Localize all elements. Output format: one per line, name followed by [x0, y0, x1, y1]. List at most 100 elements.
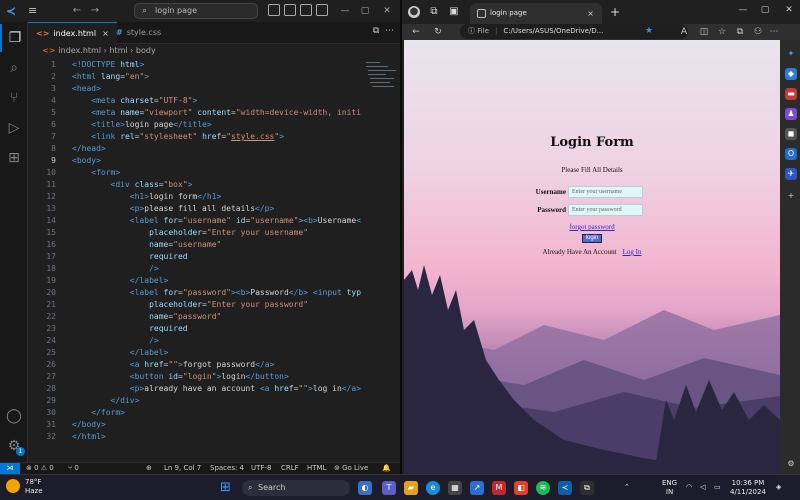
copilot-taskbar-icon[interactable]: ◐ — [358, 481, 372, 495]
address-bar[interactable]: ⓘ File | C:/Users/ASUS/OneDrive/D... — [460, 24, 688, 39]
shopping-icon[interactable]: ◆ — [785, 68, 797, 80]
toggle-sidebar-icon[interactable] — [268, 4, 280, 16]
run-debug-icon[interactable]: ▷ — [0, 114, 28, 142]
notifications-icon[interactable]: 🔔 — [382, 463, 391, 474]
code-line[interactable]: 1 <!DOCTYPE html> — [28, 59, 400, 71]
settings-gear-icon[interactable]: ⚙ 1 — [0, 432, 28, 460]
code-line[interactable]: 24 /> — [28, 335, 400, 347]
more-menu-icon[interactable]: ⋯ — [768, 26, 780, 38]
code-line[interactable]: 3 <head> — [28, 83, 400, 95]
code-line[interactable]: 7 <link rel="stylesheet" href="style.css… — [28, 131, 400, 143]
minimize-icon[interactable]: — — [736, 5, 750, 15]
sidebar-settings-icon[interactable]: ⚙ — [785, 458, 797, 470]
command-center-search[interactable]: ⌕ login page — [134, 3, 258, 19]
language-mode[interactable]: HTML — [307, 463, 326, 474]
another-app-icon[interactable]: ⧉ — [580, 481, 594, 495]
maximize-icon[interactable]: ▢ — [358, 4, 372, 18]
breadcrumb-html[interactable]: html — [109, 46, 127, 55]
close-window-icon[interactable]: ✕ — [782, 5, 796, 15]
code-line[interactable]: 27 <button id="login">login</button> — [28, 371, 400, 383]
breadcrumb-body[interactable]: body — [136, 46, 156, 55]
file-explorer-icon[interactable]: ▰ — [404, 481, 418, 495]
minimap[interactable] — [362, 58, 398, 118]
code-line[interactable]: 29 </div> — [28, 395, 400, 407]
code-line[interactable]: 31 </body> — [28, 419, 400, 431]
office-icon[interactable]: ◧ — [514, 481, 528, 495]
forgot-password-link[interactable]: forgot password — [404, 223, 780, 231]
new-tab-button[interactable]: + — [610, 5, 620, 19]
tab-style-css[interactable]: # style.css — [108, 22, 169, 44]
vscode-taskbar-icon[interactable]: ≺ — [558, 481, 572, 495]
code-line[interactable]: 21 placeholder="Enter your password" — [28, 299, 400, 311]
favorite-star-icon[interactable]: ★ — [645, 24, 653, 39]
code-line[interactable]: 16 name="username" — [28, 239, 400, 251]
add-sidebar-app-icon[interactable]: + — [785, 190, 797, 202]
code-line[interactable]: 9 <body> — [28, 155, 400, 167]
split-editor-icon[interactable]: ⧉ ⋯ — [373, 26, 394, 36]
volume-icon[interactable]: ◁ — [700, 483, 705, 492]
problems-count[interactable]: ⊗ 0 ⚠ 0 — [26, 463, 54, 474]
app-icon[interactable]: ↗ — [470, 481, 484, 495]
code-line[interactable]: 28 <p>already have an account <a href=""… — [28, 383, 400, 395]
workspaces-icon[interactable]: ⧉ — [428, 6, 440, 18]
encoding[interactable]: UTF-8 — [251, 463, 271, 474]
tray-overflow-icon[interactable]: ⌃ — [624, 483, 630, 492]
language-indicator[interactable]: ENG IN — [662, 479, 677, 497]
outlook-icon[interactable]: O — [785, 148, 797, 160]
customize-layout-icon[interactable] — [316, 4, 328, 16]
tools-icon[interactable]: ▬ — [785, 88, 797, 100]
favorites-icon[interactable]: ☆ — [716, 26, 728, 38]
code-line[interactable]: 8 </head> — [28, 143, 400, 155]
explorer-icon[interactable]: ❐ — [0, 24, 28, 52]
windows-start-icon[interactable]: ⊞ — [220, 481, 234, 495]
code-line[interactable]: 10 <form> — [28, 167, 400, 179]
code-line[interactable]: 6 <title>login page</title> — [28, 119, 400, 131]
toggle-secondary-sidebar-icon[interactable] — [300, 4, 312, 16]
extensions-icon[interactable]: ⊞ — [0, 144, 28, 172]
clock[interactable]: 10:36 PM 4/11/2024 — [730, 479, 766, 497]
refresh-icon[interactable]: ↻ — [432, 26, 444, 38]
edge-icon[interactable]: e — [426, 481, 440, 495]
indentation[interactable]: Spaces: 4 — [210, 463, 244, 474]
code-line[interactable]: 26 <a href="">forgot password</a> — [28, 359, 400, 371]
log-in-link[interactable]: Log In — [623, 248, 642, 256]
teams-icon[interactable]: T — [382, 481, 396, 495]
code-line[interactable]: 12 <h1>login form</h1> — [28, 191, 400, 203]
microsoft-365-icon[interactable]: ◼ — [785, 128, 797, 140]
menu-icon[interactable]: ≡ — [28, 4, 42, 18]
go-live[interactable]: ⊚ Go Live — [334, 463, 368, 474]
forward-arrow-icon[interactable]: → — [88, 4, 102, 18]
store-icon[interactable]: ▦ — [448, 481, 462, 495]
code-editor[interactable]: 1 <!DOCTYPE html> 2 <html lang="en"> 3 <head>… — [28, 58, 400, 460]
collections-icon[interactable]: ⧉ — [734, 26, 746, 38]
code-line[interactable]: 23 required — [28, 323, 400, 335]
spotify-icon[interactable]: ≋ — [536, 481, 550, 495]
toggle-panel-icon[interactable] — [284, 4, 296, 16]
code-line[interactable]: 32 </html> — [28, 431, 400, 443]
copilot-icon[interactable]: ✦ — [785, 48, 797, 60]
close-tab-icon[interactable]: × — [587, 3, 594, 24]
ports-count[interactable]: ⑂ 0 — [68, 463, 79, 474]
games-icon[interactable]: ♟ — [785, 108, 797, 120]
cursor-position[interactable]: Ln 9, Col 7 — [164, 463, 201, 474]
search-view-icon[interactable]: ⌕ — [0, 54, 28, 82]
code-line[interactable]: 18 /> — [28, 263, 400, 275]
code-line[interactable]: 17 required — [28, 251, 400, 263]
code-line[interactable]: 19 </label> — [28, 275, 400, 287]
code-line[interactable]: 30 </form> — [28, 407, 400, 419]
notification-center-icon[interactable]: ◈ — [776, 483, 781, 492]
maximize-icon[interactable]: ▢ — [758, 5, 772, 15]
extensions-icon[interactable]: ⚇ — [752, 26, 764, 38]
read-aloud-icon[interactable]: A — [678, 26, 690, 38]
minimize-icon[interactable]: — — [338, 4, 352, 18]
taskbar-search[interactable]: ⌕ Search — [242, 480, 350, 496]
code-line[interactable]: 14 <label for="username" id="username"><… — [28, 215, 400, 227]
login-button[interactable]: login — [582, 234, 602, 243]
wifi-icon[interactable]: ◠ — [686, 483, 692, 492]
code-line[interactable]: 2 <html lang="en"> — [28, 71, 400, 83]
tab-index-html[interactable]: <> index.html × — [28, 22, 117, 44]
breadcrumb-file[interactable]: index.html — [58, 46, 101, 55]
profile-avatar[interactable]: ● — [408, 6, 420, 18]
source-control-icon[interactable]: ⑂ — [0, 84, 28, 112]
drop-icon[interactable]: ✈ — [785, 168, 797, 180]
